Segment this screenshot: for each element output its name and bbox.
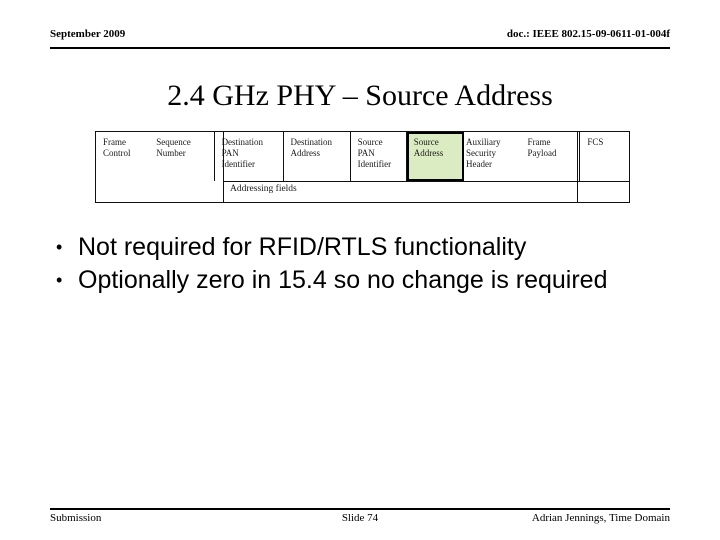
header-doc-id: doc.: IEEE 802.15-09-0611-01-004f bbox=[506, 28, 670, 40]
frame-field-line: Source bbox=[357, 137, 383, 147]
frame-field-line: PAN bbox=[357, 148, 375, 158]
frame-format-diagram: Frame Control Sequence Number Destinatio… bbox=[95, 131, 630, 203]
frame-field-source-address-highlighted: Source Address bbox=[406, 132, 464, 181]
frame-field-line: Frame bbox=[103, 137, 126, 147]
footer-divider bbox=[50, 508, 670, 510]
frame-field-line: FCS bbox=[587, 137, 604, 147]
frame-field-line: Address bbox=[290, 148, 321, 158]
fcs-left-divider bbox=[577, 132, 578, 203]
bullet-list: • Not required for RFID/RTLS functionali… bbox=[56, 232, 666, 298]
frame-field-line: Destination bbox=[221, 137, 264, 147]
slide-footer: Slide 74 Submission Adrian Jennings, Tim… bbox=[50, 511, 670, 529]
frame-field-source-pan-identifier: Source PAN Identifier bbox=[351, 132, 407, 181]
bullet-marker-icon: • bbox=[56, 237, 63, 257]
frame-field-line: Number bbox=[156, 148, 186, 158]
frame-field-destination-pan-identifier: Destination PAN Identifier bbox=[215, 132, 284, 181]
frame-field-auxiliary-security-header: Auxiliary Security Header bbox=[459, 132, 521, 181]
frame-fields-row: Frame Control Sequence Number Destinatio… bbox=[96, 132, 629, 181]
frame-field-line: Control bbox=[103, 148, 131, 158]
addressing-fields-label: Addressing fields bbox=[230, 184, 297, 194]
header-date: September 2009 bbox=[50, 28, 126, 40]
source-address-label-block: Source Address bbox=[407, 132, 459, 159]
addressing-fields-left-divider bbox=[223, 132, 224, 203]
frame-field-line: Frame bbox=[527, 137, 551, 147]
bullet-marker-icon: • bbox=[56, 270, 63, 290]
header-divider bbox=[50, 47, 670, 49]
list-item: • Not required for RFID/RTLS functionali… bbox=[56, 232, 666, 263]
frame-field-fcs: FCS bbox=[580, 132, 629, 181]
bullet-text: Not required for RFID/RTLS functionality bbox=[78, 233, 527, 261]
list-item: • Optionally zero in 15.4 so no change i… bbox=[56, 265, 666, 296]
slide-canvas: September 2009 doc.: IEEE 802.15-09-0611… bbox=[0, 0, 720, 540]
bullet-text: Optionally zero in 15.4 so no change is … bbox=[78, 266, 608, 294]
footer-submission-label: Submission bbox=[50, 512, 102, 524]
addressing-fields-divider bbox=[223, 181, 629, 182]
frame-field-line: Sequence bbox=[156, 137, 191, 147]
frame-field-line: PAN bbox=[221, 148, 239, 158]
frame-field-line: Auxiliary bbox=[466, 137, 501, 147]
page-title: 2.4 GHz PHY – Source Address bbox=[167, 79, 553, 112]
frame-field-frame-payload: Frame Payload bbox=[521, 132, 581, 181]
slide-header: September 2009 doc.: IEEE 802.15-09-0611… bbox=[50, 28, 670, 52]
frame-field-sequence-number: Sequence Number bbox=[149, 132, 215, 181]
header-row: September 2009 doc.: IEEE 802.15-09-0611… bbox=[50, 28, 670, 41]
frame-field-destination-address: Destination Address bbox=[284, 132, 351, 181]
frame-field-line: Identifier bbox=[357, 159, 392, 169]
frame-field-line: Identifier bbox=[221, 159, 256, 169]
footer-author: Adrian Jennings, Time Domain bbox=[531, 512, 670, 524]
frame-field-line: Security bbox=[466, 148, 497, 158]
frame-field-line: Header bbox=[466, 159, 492, 169]
frame-field-line: Payload bbox=[527, 148, 557, 158]
frame-field-frame-control: Frame Control bbox=[96, 132, 149, 181]
frame-field-line: Destination bbox=[290, 137, 333, 147]
frame-field-line: Address bbox=[413, 148, 444, 158]
frame-field-line: Source bbox=[413, 137, 439, 147]
